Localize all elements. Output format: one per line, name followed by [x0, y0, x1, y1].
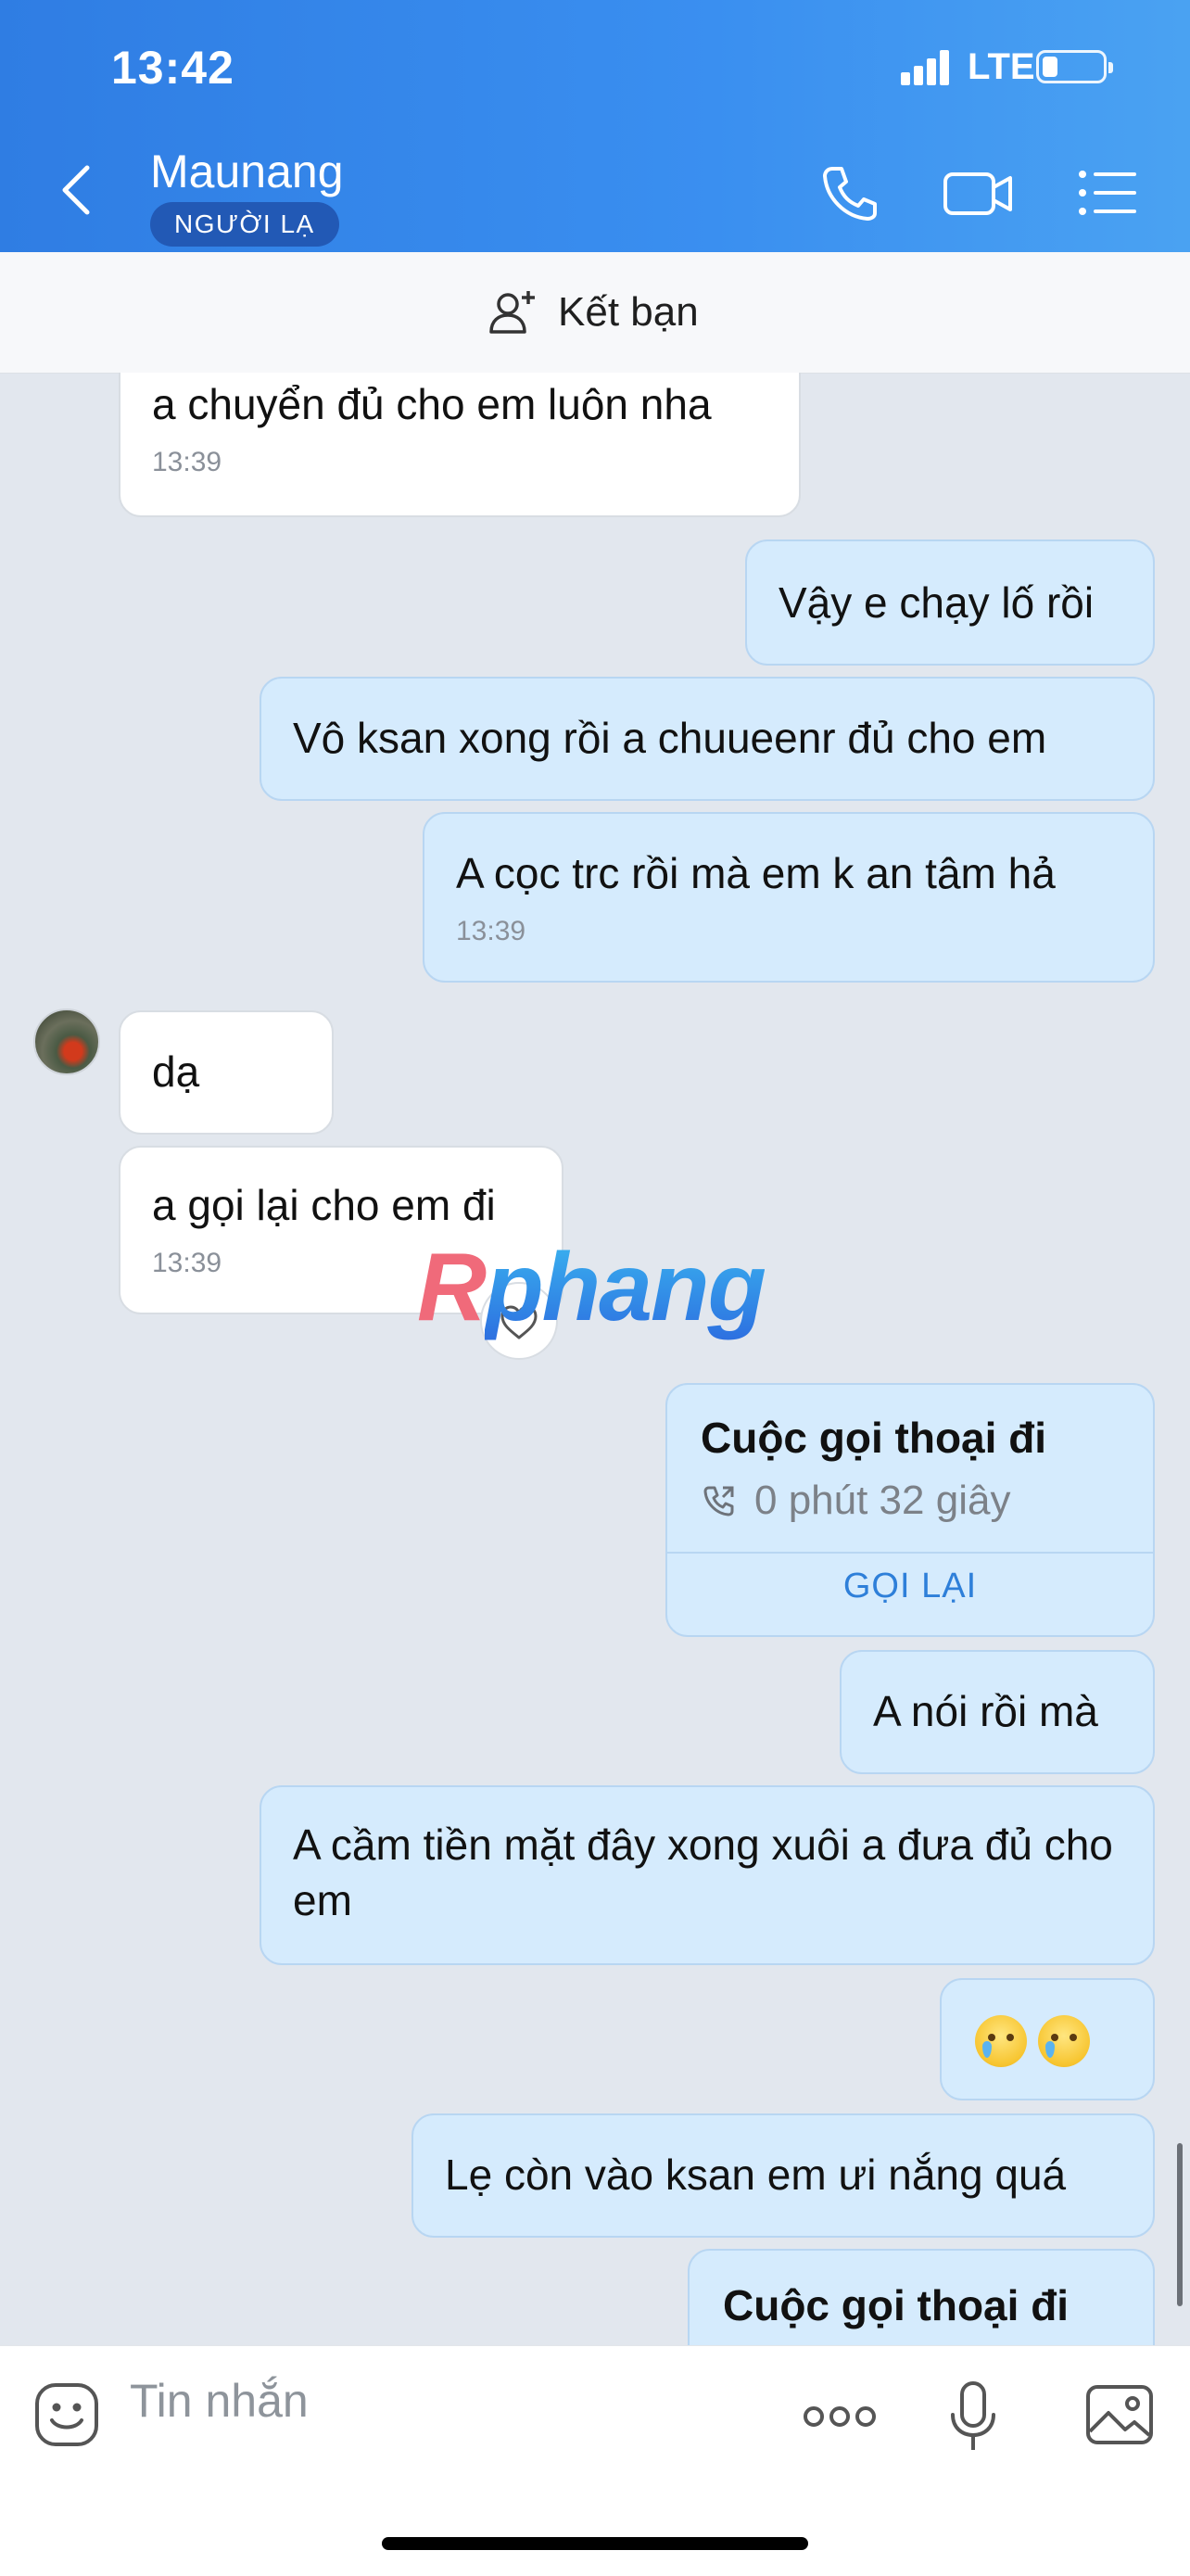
call-card-outgoing[interactable]: Cuộc gọi thoại đi 0 phút 32 giây GỌI LẠI — [665, 1383, 1155, 1637]
call-title: Cuộc gọi thoại đi — [701, 1414, 1047, 1462]
message-bubble-incoming[interactable]: a chuyển đủ cho em luôn nha 13:39 — [119, 373, 801, 517]
menu-list-icon[interactable] — [1075, 159, 1142, 226]
call-back-button[interactable]: GỌI LẠI — [667, 1567, 1153, 1606]
call-duration-row: 0 phút 32 giây — [701, 1478, 1120, 1524]
message-bubble-outgoing[interactable]: A cầm tiền mặt đây xong xuôi a đưa đủ ch… — [260, 1785, 1155, 1965]
message-bubble-incoming[interactable]: dạ — [119, 1010, 334, 1135]
message-bubble-outgoing[interactable]: A cọc trc rồi mà em k an tâm hả 13:39 — [423, 812, 1155, 983]
message-text: Lẹ còn vào ksan em ưi nắng quá — [445, 2151, 1067, 2199]
battery-icon — [1036, 50, 1113, 83]
message-bubble-outgoing[interactable]: Vậy e chạy lố rồi — [745, 539, 1155, 666]
message-bubble-outgoing[interactable] — [940, 1978, 1155, 2100]
message-text: A cọc trc rồi mà em k an tâm hả — [456, 849, 1056, 897]
video-call-icon[interactable] — [942, 159, 1016, 226]
status-time: 13:42 — [111, 42, 234, 94]
add-friend-bar[interactable]: Kết bạn — [0, 252, 1190, 374]
scrollbar[interactable] — [1177, 2143, 1183, 2306]
message-text: a gọi lại cho em đi — [152, 1181, 496, 1229]
more-icon[interactable] — [801, 2398, 879, 2435]
message-time: 13:39 — [456, 916, 526, 946]
call-card-outgoing[interactable]: Cuộc gọi thoại đi — [688, 2249, 1155, 2345]
network-type: LTE — [968, 46, 1035, 87]
outgoing-call-icon — [703, 1486, 734, 1516]
image-icon[interactable] — [1084, 2381, 1155, 2448]
call-title: Cuộc gọi thoại đi — [723, 2281, 1070, 2329]
message-bubble-outgoing[interactable]: Lẹ còn vào ksan em ưi nắng quá — [411, 2113, 1155, 2238]
add-friend-icon — [489, 291, 535, 334]
message-text: A cầm tiền mặt đây xong xuôi a đưa đủ ch… — [293, 1821, 1113, 1924]
call-duration: 0 phút 32 giây — [754, 1478, 1011, 1523]
watermark-logo: Rphang — [417, 1233, 766, 1343]
add-friend-label: Kết bạn — [558, 289, 699, 335]
message-input[interactable]: Tin nhắn — [130, 2374, 309, 2428]
message-text: Vậy e chạy lố rồi — [779, 578, 1095, 627]
message-time: 13:39 — [152, 447, 222, 477]
crying-face-emoji — [975, 2015, 1027, 2067]
chat-header: 13:42 LTE Maunang NGƯỜI LẠ — [0, 0, 1190, 252]
home-indicator[interactable] — [382, 2537, 808, 2550]
emoji-row — [975, 2015, 1120, 2072]
message-text: A nói rồi mà — [873, 1687, 1098, 1735]
watermark-r: R — [417, 1234, 487, 1341]
message-text: a chuyển đủ cho em luôn nha — [152, 380, 712, 428]
phone-icon[interactable] — [816, 159, 882, 226]
message-text: Vô ksan xong rồi a chuueenr đủ cho em — [293, 714, 1047, 762]
message-composer: Tin nhắn — [0, 2345, 1190, 2576]
contact-name[interactable]: Maunang — [150, 145, 344, 198]
watermark-rest: phang — [485, 1234, 766, 1341]
stranger-badge: NGƯỜI LẠ — [150, 202, 339, 247]
message-bubble-outgoing[interactable]: Vô ksan xong rồi a chuueenr đủ cho em — [260, 677, 1155, 801]
crying-face-emoji — [1038, 2015, 1090, 2067]
signal-strength-icon — [901, 48, 956, 85]
message-bubble-outgoing[interactable]: A nói rồi mà — [840, 1650, 1155, 1774]
avatar[interactable] — [33, 1009, 100, 1075]
message-text: dạ — [152, 1047, 200, 1096]
divider — [667, 1552, 1153, 1554]
message-list[interactable]: a chuyển đủ cho em luôn nha 13:39 Vậy e … — [0, 373, 1190, 2345]
back-chevron-icon[interactable] — [57, 162, 95, 218]
microphone-icon[interactable] — [943, 2379, 1003, 2455]
sticker-icon[interactable] — [32, 2379, 102, 2450]
